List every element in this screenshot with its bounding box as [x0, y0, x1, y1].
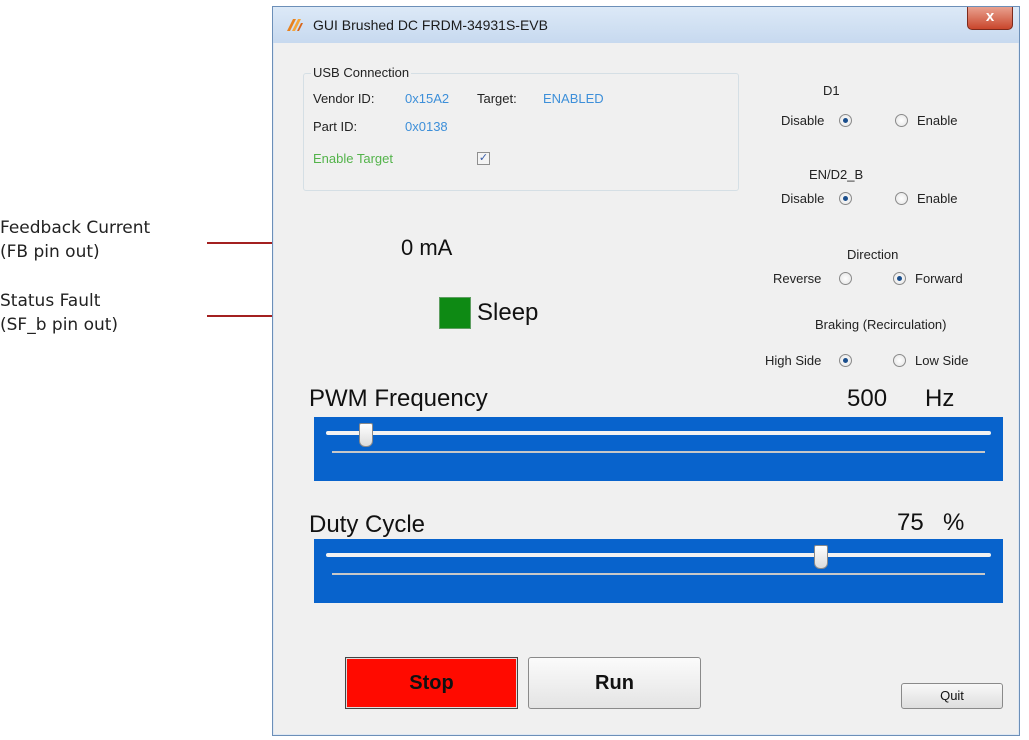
target-label: Target:: [477, 91, 517, 106]
enable-target-label: Enable Target: [313, 151, 393, 166]
app-logo-icon: [287, 19, 303, 31]
callout-fault-line1: Status Fault: [0, 291, 101, 311]
slider-track: [326, 431, 991, 435]
stop-button[interactable]: Stop: [345, 657, 518, 709]
en-d2b-disable-radio[interactable]: [839, 192, 852, 205]
pwm-frequency-value: 500: [847, 385, 888, 412]
callout-fault-line2: (SF_b pin out): [0, 315, 119, 335]
d1-enable-label: Enable: [917, 113, 958, 128]
pwm-frequency-label: PWM Frequency: [309, 385, 488, 412]
d1-disable-label: Disable: [781, 113, 825, 128]
d1-enable-radio[interactable]: [895, 114, 908, 127]
callout-feedback-current: Feedback Current (FB pin out): [0, 216, 150, 264]
pwm-frequency-slider[interactable]: [314, 417, 1003, 481]
callout-feedback-line1: Feedback Current: [0, 218, 151, 238]
run-button[interactable]: Run: [528, 657, 701, 709]
part-id-label: Part ID:: [313, 119, 358, 134]
duty-cycle-label: Duty Cycle: [309, 511, 426, 538]
status-fault-indicator: [439, 297, 471, 329]
duty-cycle-value: 75: [897, 509, 924, 536]
enable-target-checkbox[interactable]: ✓: [477, 152, 490, 165]
app-window: GUI Brushed DC FRDM-34931S-EVB x USB Con…: [272, 6, 1020, 736]
slider-track: [326, 553, 991, 557]
slider-tick-line: [332, 451, 985, 453]
en-d2b-disable-label: Disable: [781, 191, 825, 206]
direction-forward-radio[interactable]: [893, 272, 906, 285]
duty-slider-thumb[interactable]: [814, 545, 829, 569]
status-text: Sleep: [477, 299, 539, 326]
title-bar[interactable]: GUI Brushed DC FRDM-34931S-EVB x: [273, 7, 1019, 43]
en-d2b-label: EN/D2_B: [809, 167, 864, 182]
slider-tick-line: [332, 573, 985, 575]
usb-connection-legend: USB Connection: [311, 65, 412, 80]
braking-label: Braking (Recirculation): [815, 317, 947, 332]
window-title: GUI Brushed DC FRDM-34931S-EVB: [313, 17, 548, 33]
direction-forward-label: Forward: [915, 271, 963, 286]
duty-cycle-unit: %: [943, 509, 965, 536]
feedback-current-value: 0 mA: [401, 235, 453, 260]
quit-button[interactable]: Quit: [901, 683, 1003, 709]
braking-high-side-radio[interactable]: [839, 354, 852, 367]
pwm-slider-thumb[interactable]: [358, 423, 373, 447]
braking-low-side-label: Low Side: [915, 353, 969, 368]
vendor-id-value: 0x15A2: [405, 91, 450, 106]
part-id-value: 0x0138: [405, 119, 448, 134]
braking-low-side-radio[interactable]: [893, 354, 906, 367]
client-area: USB Connection Vendor ID: 0x15A2 Target:…: [279, 43, 1011, 727]
pwm-frequency-unit: Hz: [925, 385, 955, 412]
callout-feedback-line2: (FB pin out): [0, 242, 100, 262]
vendor-id-label: Vendor ID:: [313, 91, 375, 106]
en-d2b-enable-radio[interactable]: [895, 192, 908, 205]
d1-label: D1: [823, 83, 840, 98]
direction-reverse-radio[interactable]: [839, 272, 852, 285]
callout-status-fault: Status Fault (SF_b pin out): [0, 289, 118, 337]
check-icon: ✓: [478, 152, 489, 164]
en-d2b-enable-label: Enable: [917, 191, 958, 206]
close-button[interactable]: x: [967, 7, 1013, 30]
direction-reverse-label: Reverse: [773, 271, 822, 286]
d1-disable-radio[interactable]: [839, 114, 852, 127]
close-icon: x: [985, 8, 995, 25]
duty-cycle-slider[interactable]: [314, 539, 1003, 603]
target-status-value: ENABLED: [543, 91, 604, 106]
braking-high-side-label: High Side: [765, 353, 822, 368]
direction-label: Direction: [847, 247, 899, 262]
